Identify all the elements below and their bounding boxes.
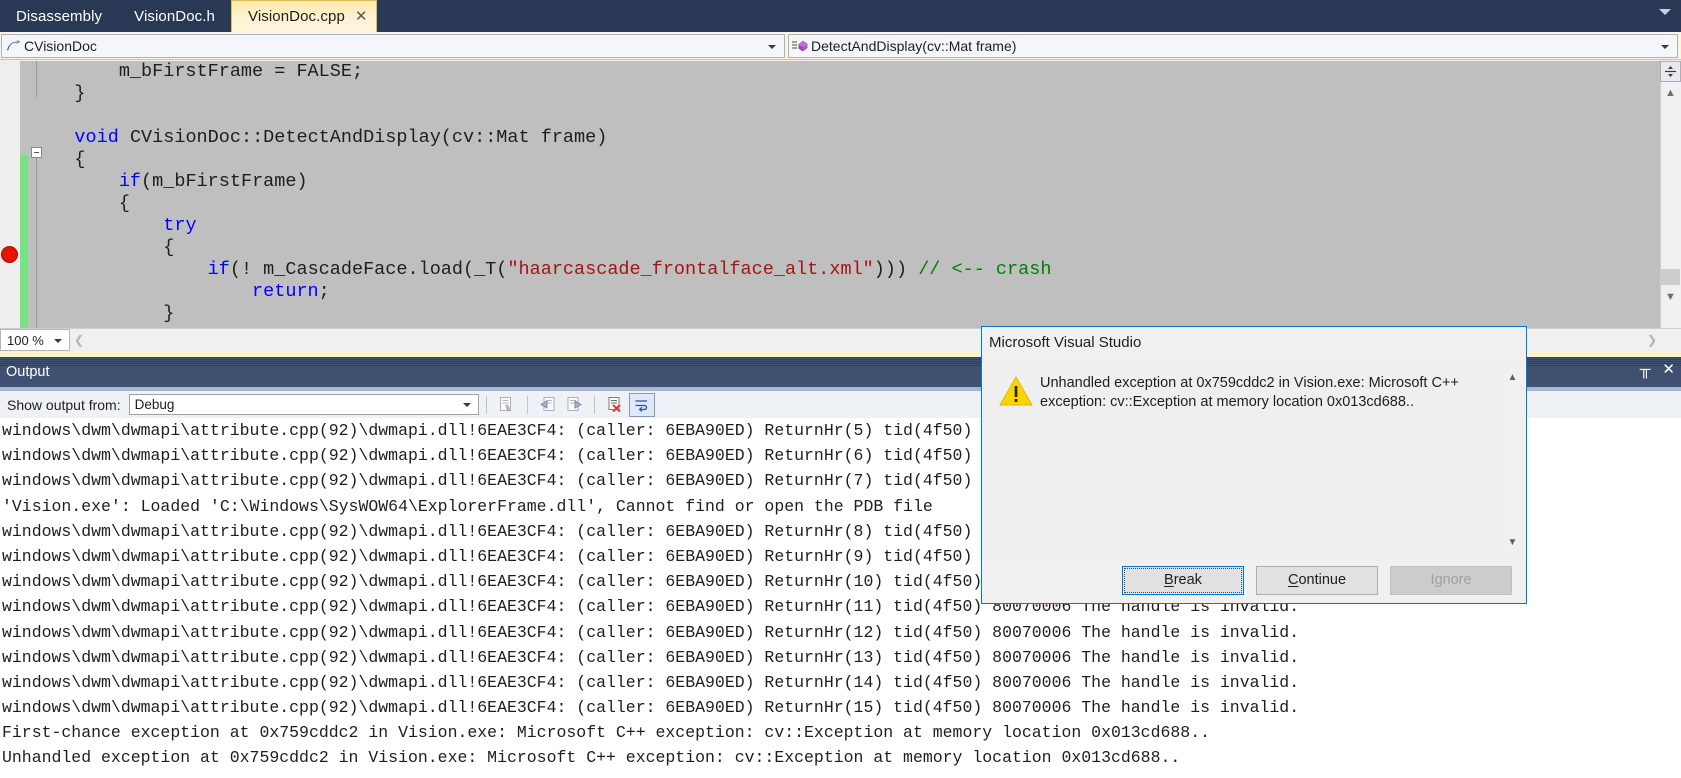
scroll-left-icon[interactable]: ❮: [70, 333, 88, 347]
member-selector-value: DetectAndDisplay(cv::Mat frame): [811, 37, 1017, 54]
scrollbar-corner: [1661, 329, 1681, 351]
breakpoint-icon[interactable]: [1, 246, 18, 263]
output-window-controls: ╥ ✕: [1640, 362, 1675, 377]
break-button[interactable]: Break: [1122, 565, 1244, 595]
go-to-previous-message-icon[interactable]: [536, 394, 560, 416]
code-line: }: [30, 303, 175, 324]
dialog-title-bar: Microsoft Visual Studio: [982, 327, 1526, 358]
change-bar-modified: [20, 155, 28, 328]
warning-triangle-icon: [999, 375, 1033, 407]
tab-label: VisionDoc.cpp: [248, 8, 345, 25]
chevron-down-icon[interactable]: [462, 403, 471, 407]
code-line: if(! m_CascadeFace.load(_T("haarcascade_…: [207, 259, 1052, 280]
scroll-down-icon[interactable]: ▼: [1504, 534, 1521, 551]
class-selector-combo[interactable]: CVisionDoc: [1, 33, 785, 58]
tab-visiondoc-cpp[interactable]: VisionDoc.cpp ✕: [231, 0, 377, 32]
scrollbar-track[interactable]: [1661, 103, 1680, 269]
output-panel-title: Output: [6, 364, 50, 380]
scroll-up-icon[interactable]: ▲: [1660, 83, 1681, 102]
output-log-line: windows\dwm\dwmapi\attribute.cpp(92)\dwm…: [2, 647, 1300, 667]
scroll-down-icon[interactable]: ▼: [1660, 287, 1681, 306]
output-log-line: windows\dwm\dwmapi\attribute.cpp(92)\dwm…: [2, 672, 1300, 692]
output-log-line: windows\dwm\dwmapi\attribute.cpp(92)\dwm…: [2, 622, 1300, 642]
toolbar-separator: [485, 395, 487, 414]
dialog-body: Unhandled exception at 0x759cddc2 in Vis…: [982, 358, 1526, 559]
show-output-from-label: Show output from:: [7, 396, 121, 413]
go-to-next-message-icon[interactable]: [562, 394, 586, 416]
chevron-down-icon[interactable]: [1661, 44, 1669, 49]
dialog-message-scrollbar[interactable]: ▲ ▼: [1504, 369, 1521, 551]
continue-button-label: Continue: [1287, 572, 1347, 588]
class-selector-value: CVisionDoc: [24, 37, 97, 54]
code-line: {: [30, 149, 86, 170]
zoom-level-value: 100 %: [7, 332, 44, 348]
member-selector-combo[interactable]: DetectAndDisplay(cv::Mat frame): [788, 33, 1678, 58]
code-line: }: [30, 83, 86, 104]
close-icon[interactable]: ✕: [1662, 362, 1675, 377]
exception-dialog: Microsoft Visual Studio Unhandled except…: [981, 326, 1527, 604]
toolbar-separator: [526, 395, 528, 414]
dialog-title: Microsoft Visual Studio: [989, 334, 1142, 351]
visual-studio-window: Disassembly VisionDoc.h VisionDoc.cpp ✕ …: [0, 0, 1681, 778]
output-log-line: First-chance exception at 0x759cddc2 in …: [2, 723, 1210, 743]
code-text: m_bFirstFrame = FALSE; } void CVisionDoc…: [30, 61, 1051, 325]
code-line: return;: [252, 281, 330, 302]
chevron-down-icon[interactable]: [54, 339, 62, 343]
break-button-label: Break: [1164, 572, 1202, 588]
method-icon: [789, 39, 811, 53]
scrollbar-thumb[interactable]: [1661, 269, 1680, 285]
output-log-line: Unhandled exception at 0x759cddc2 in Vis…: [2, 748, 1181, 768]
scroll-right-icon[interactable]: ❯: [1643, 333, 1661, 347]
code-editor[interactable]: m_bFirstFrame = FALSE; } void CVisionDoc…: [0, 61, 1681, 328]
scroll-up-icon[interactable]: ▲: [1504, 369, 1521, 386]
navigation-bar: CVisionDoc DetectAndDisplay(cv::Mat fram…: [0, 32, 1681, 60]
chevron-down-icon[interactable]: [1659, 9, 1671, 15]
code-line: void CVisionDoc::DetectAndDisplay(cv::Ma…: [74, 127, 608, 148]
editor-change-bar: [20, 61, 28, 328]
pin-icon[interactable]: ╥: [1640, 362, 1651, 377]
ignore-button: Ignore: [1390, 565, 1512, 595]
tab-disassembly[interactable]: Disassembly: [0, 0, 118, 32]
code-line: {: [30, 237, 175, 258]
zoom-level-combo[interactable]: 100 %: [0, 329, 70, 351]
code-line: if(m_bFirstFrame): [118, 171, 308, 192]
output-source-value: Debug: [134, 397, 175, 412]
tab-label: Disassembly: [16, 7, 103, 25]
editor-indicator-margin[interactable]: [0, 61, 20, 328]
tab-visiondoc-h[interactable]: VisionDoc.h: [118, 0, 231, 32]
code-line: try: [163, 215, 197, 236]
ignore-button-label: Ignore: [1430, 572, 1472, 588]
dialog-button-row: Break Continue Ignore: [982, 557, 1526, 603]
editor-vertical-scrollbar[interactable]: ▲ ▼: [1660, 61, 1681, 328]
tab-label: VisionDoc.h: [134, 7, 215, 25]
output-source-select[interactable]: Debug: [128, 394, 479, 415]
chevron-down-icon[interactable]: [768, 44, 776, 49]
class-arrow-icon: [2, 39, 24, 52]
dialog-message: Unhandled exception at 0x759cddc2 in Vis…: [1040, 375, 1459, 410]
toggle-word-wrap-icon[interactable]: [628, 392, 655, 417]
code-line: {: [30, 193, 130, 214]
output-log-line: windows\dwm\dwmapi\attribute.cpp(92)\dwm…: [2, 698, 1300, 718]
code-line: m_bFirstFrame = FALSE;: [30, 61, 364, 82]
document-tab-strip: Disassembly VisionDoc.h VisionDoc.cpp ✕: [0, 0, 1681, 32]
toolbar-separator: [593, 395, 595, 414]
split-view-icon[interactable]: [1660, 61, 1681, 82]
continue-button[interactable]: Continue: [1256, 565, 1378, 595]
close-icon[interactable]: ✕: [355, 9, 368, 24]
clear-all-icon[interactable]: [603, 394, 627, 416]
find-message-icon[interactable]: [495, 394, 519, 416]
